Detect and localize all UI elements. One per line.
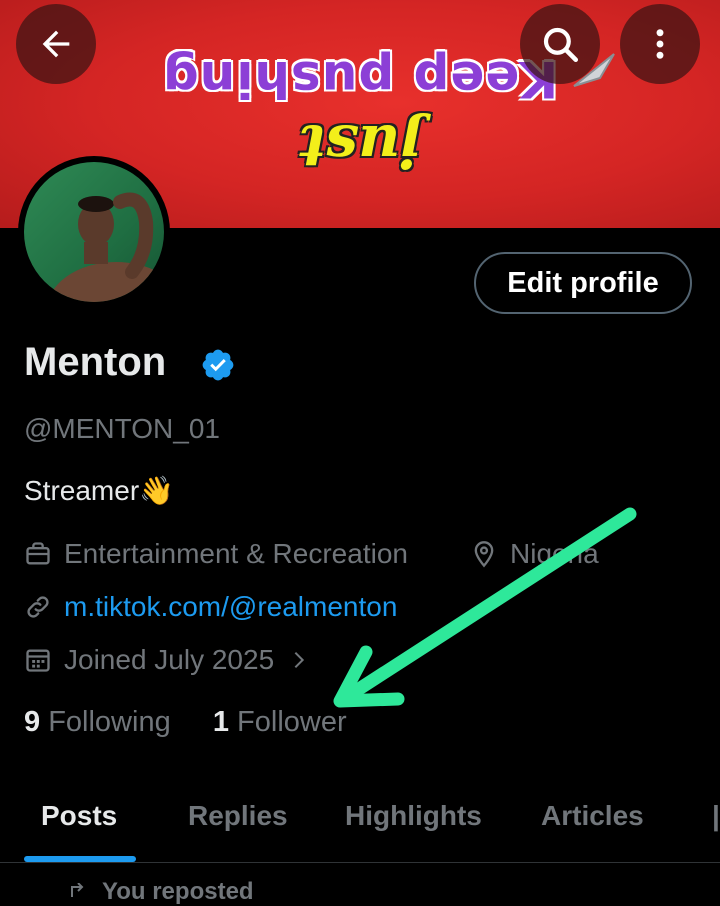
repost-indicator: You reposted [68,878,254,906]
profile-stats: 9 Following 1 Follower [24,706,347,739]
avatar-photo [24,162,164,302]
following-label: Following [48,706,171,738]
location-label: Nigeria [510,538,599,569]
website-link[interactable]: m.tiktok.com/@realmenton [64,591,397,623]
tab-more-partial[interactable]: | [712,800,720,832]
profile-website[interactable]: m.tiktok.com/@realmenton [24,591,397,623]
profile-handle: @MENTON_01 [24,413,220,444]
following-stat[interactable]: 9 Following [24,706,171,738]
chevron-right-icon [294,651,305,669]
edit-profile-button[interactable]: Edit profile [474,252,692,314]
arrow-left-icon [42,30,70,58]
briefcase-icon [26,542,50,565]
repost-label: You reposted [102,878,254,905]
category-label: Entertainment & Recreation [64,538,408,569]
link-icon [27,596,49,618]
tab-highlights[interactable]: Highlights [345,800,482,832]
followers-label: Follower [237,706,347,738]
tab-replies[interactable]: Replies [188,800,288,832]
back-button[interactable] [16,4,96,84]
profile-joined[interactable]: Joined July 2025 [24,644,322,676]
following-count: 9 [24,706,41,738]
followers-stat[interactable]: 1 Follower [213,706,347,738]
verified-badge-icon[interactable] [200,347,236,383]
repost-icon [71,881,84,897]
profile-name: Menton [24,340,167,384]
tab-posts[interactable]: Posts [41,800,117,832]
active-tab-indicator [24,856,136,862]
profile-tabs: Posts Replies Highlights Articles | [0,780,720,863]
avatar[interactable] [18,156,170,308]
profile-location: Nigeria [470,538,599,570]
more-vertical-icon [656,29,664,59]
profile-category: Entertainment & Recreation [24,538,408,570]
followers-count: 1 [212,706,229,738]
location-pin-icon [474,541,494,568]
cursor-icon [573,53,615,87]
calendar-icon [26,649,50,672]
joined-label: Joined July 2025 [64,644,275,675]
tab-articles[interactable]: Articles [541,800,644,832]
more-button[interactable] [620,4,700,84]
profile-bio: Streamer👋 [24,475,175,506]
